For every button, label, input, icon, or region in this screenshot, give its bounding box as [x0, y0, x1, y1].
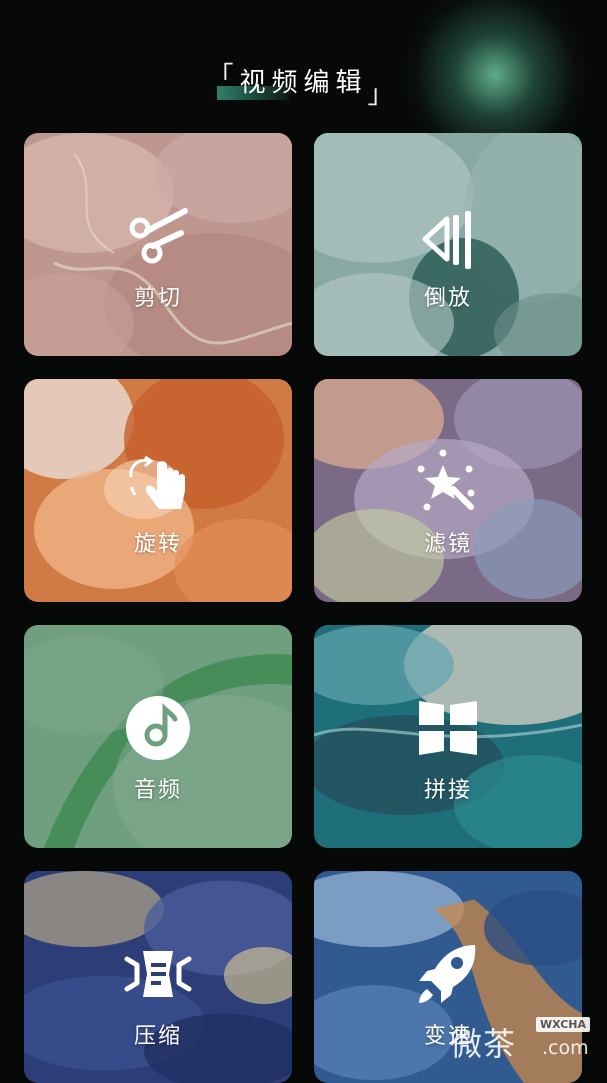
- tile-reverse[interactable]: 倒放: [314, 133, 582, 356]
- title-bracket-right: 」: [367, 80, 400, 110]
- feature-grid: 剪切 倒放 旋转 滤镜 音频 拼接 压缩 变速: [24, 133, 583, 1083]
- rocket-icon: [413, 939, 483, 1009]
- magic-wand-icon: [413, 447, 483, 517]
- reverse-play-icon: [413, 201, 483, 271]
- tile-rotate[interactable]: 旋转: [24, 379, 292, 602]
- tile-compress[interactable]: 压缩: [24, 871, 292, 1083]
- tile-label: 滤镜: [423, 532, 472, 557]
- watermark-domain: .com: [542, 1037, 589, 1059]
- compress-icon: [123, 939, 193, 1009]
- watermark-text: 微茶: [450, 1025, 517, 1063]
- tile-cut[interactable]: 剪切: [24, 133, 292, 356]
- tile-label: 倒放: [423, 286, 472, 311]
- tile-filter[interactable]: 滤镜: [314, 379, 582, 602]
- page-header: 「视频编辑」: [0, 62, 607, 110]
- tile-audio[interactable]: 音频: [24, 625, 292, 848]
- tile-label: 音频: [133, 778, 182, 803]
- tile-label: 旋转: [133, 532, 182, 557]
- music-note-icon: [123, 693, 193, 763]
- tile-label: 压缩: [133, 1024, 182, 1049]
- tile-label: 剪切: [133, 286, 182, 311]
- rotate-hand-icon: [123, 447, 193, 517]
- scissors-icon: [123, 201, 193, 271]
- page-title: 「视频编辑」: [207, 62, 399, 110]
- watermark: 微茶 WXCHA .com: [450, 1015, 600, 1065]
- title-bracket-left: 「: [207, 62, 240, 92]
- tile-label: 拼接: [423, 778, 472, 803]
- tile-join[interactable]: 拼接: [314, 625, 582, 848]
- watermark-badge: WXCHA: [536, 1017, 591, 1032]
- page-title-text: 视频编辑: [239, 68, 368, 98]
- grid-tiles-icon: [413, 693, 483, 763]
